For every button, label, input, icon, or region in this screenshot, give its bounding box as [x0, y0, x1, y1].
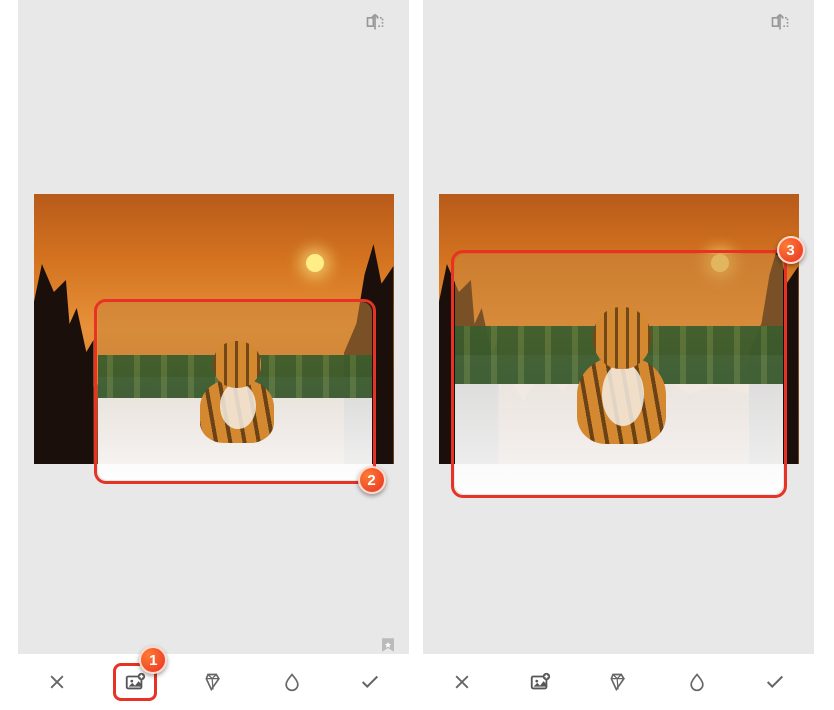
close-button[interactable] — [440, 660, 484, 704]
confirm-button[interactable] — [753, 660, 797, 704]
style-icon — [203, 672, 223, 692]
add-image-button[interactable] — [518, 660, 562, 704]
add-image-icon — [529, 671, 551, 693]
close-button[interactable] — [35, 660, 79, 704]
phone-screen-left: 2 1 — [18, 0, 409, 710]
phone-screen-right: 3 — [423, 0, 814, 710]
compare-button[interactable] — [353, 0, 397, 44]
bottom-toolbar: 1 — [18, 654, 409, 710]
check-icon — [359, 671, 381, 693]
style-icon — [608, 672, 628, 692]
compare-icon — [365, 12, 385, 32]
drop-icon — [282, 672, 302, 692]
tiger — [191, 341, 284, 451]
bottom-toolbar — [423, 654, 814, 710]
add-image-icon — [124, 671, 146, 693]
canvas-area: 2 — [18, 44, 409, 614]
compare-icon — [770, 12, 790, 32]
drop-button[interactable] — [270, 660, 314, 704]
style-button[interactable] — [596, 660, 640, 704]
annotation-2: 2 — [358, 466, 386, 494]
sun — [306, 254, 324, 272]
drop-icon — [687, 672, 707, 692]
top-bar — [423, 0, 814, 44]
add-image-button[interactable]: 1 — [113, 660, 157, 704]
confirm-button[interactable] — [348, 660, 392, 704]
close-icon — [47, 672, 67, 692]
check-icon — [764, 671, 786, 693]
compare-button[interactable] — [758, 0, 802, 44]
base-image-wrap[interactable]: 3 — [439, 194, 799, 464]
base-image-wrap[interactable]: 2 — [34, 194, 394, 464]
tiger — [566, 307, 678, 456]
canvas-area: 3 — [423, 44, 814, 614]
bookmark-icon[interactable] — [379, 636, 397, 654]
style-button[interactable] — [191, 660, 235, 704]
overlay-image[interactable] — [98, 302, 372, 480]
drop-button[interactable] — [675, 660, 719, 704]
annotation-1: 1 — [139, 646, 167, 674]
close-icon — [452, 672, 472, 692]
overlay-image[interactable] — [455, 254, 783, 494]
annotation-3: 3 — [777, 236, 805, 264]
top-bar — [18, 0, 409, 44]
